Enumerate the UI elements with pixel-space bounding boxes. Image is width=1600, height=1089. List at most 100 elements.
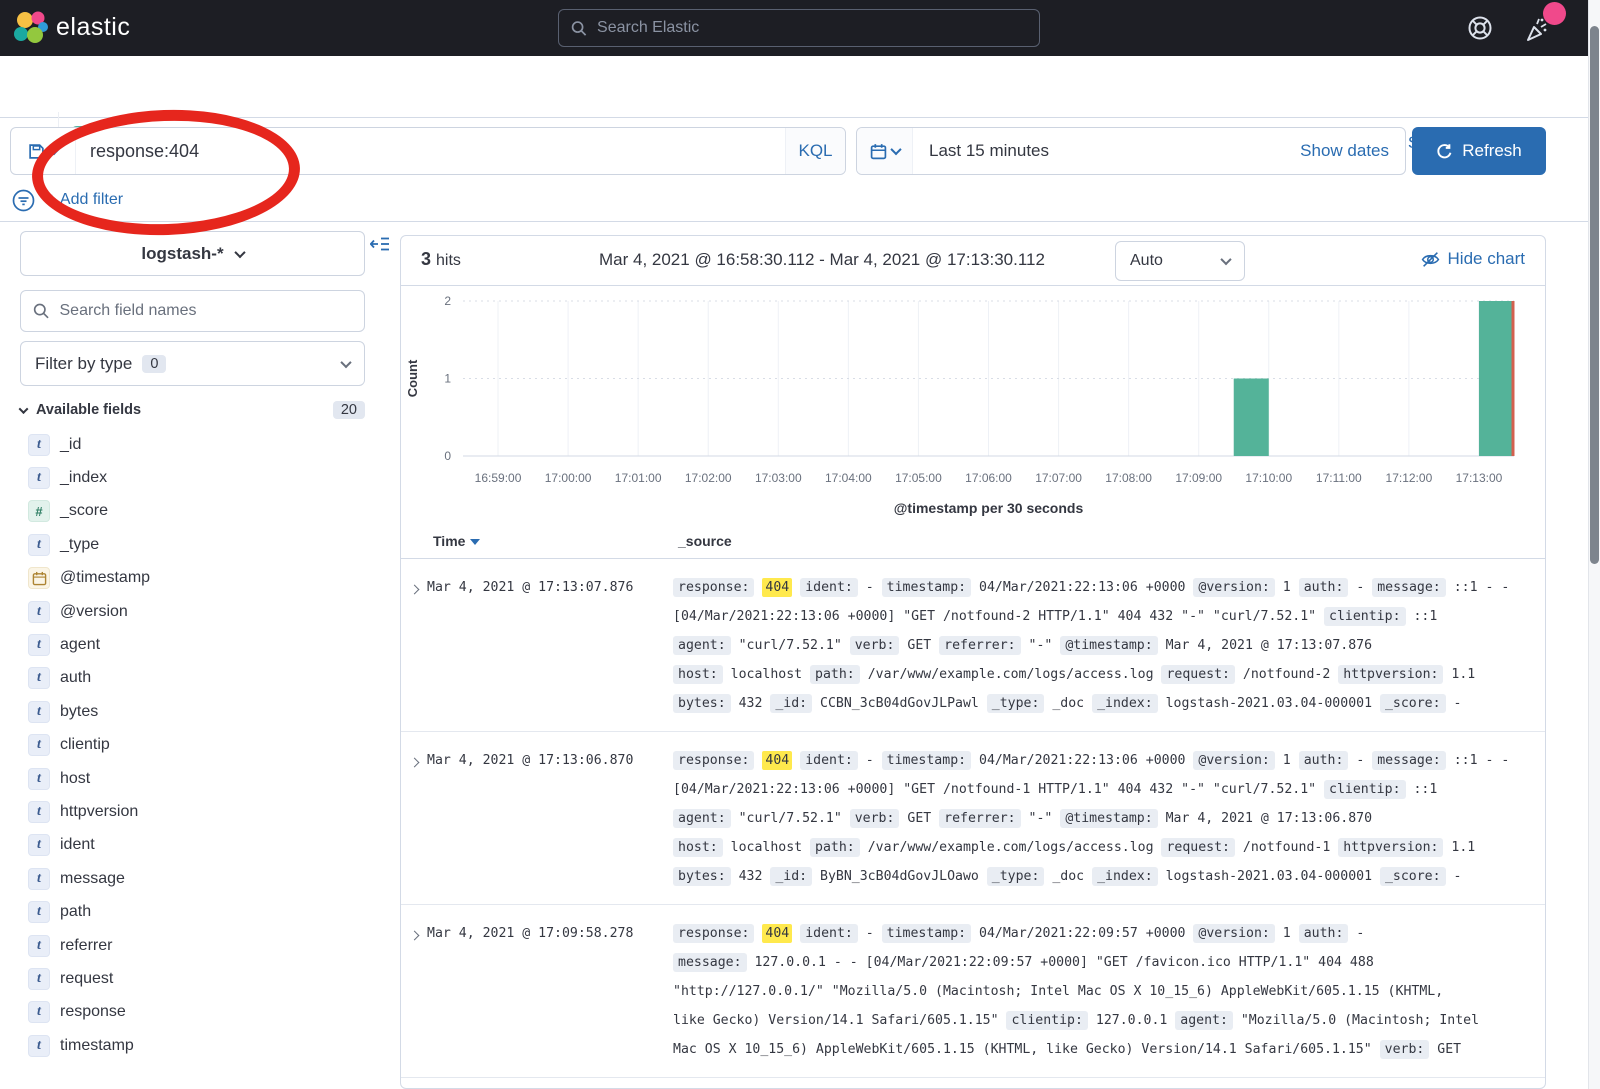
field-item-path[interactable]: tpath: [20, 895, 365, 928]
scrollbar-thumb[interactable]: [1590, 26, 1599, 564]
field-item-host[interactable]: thost: [20, 762, 365, 795]
x-tick-label: 17:02:00: [685, 471, 732, 485]
field-name-chip: httpversion:: [1338, 838, 1443, 857]
filter-bar: + Add filter: [12, 186, 123, 214]
field-name-chip: message:: [1372, 751, 1446, 770]
query-input[interactable]: [90, 141, 785, 162]
x-tick-label: 17:09:00: [1175, 471, 1222, 485]
help-icon[interactable]: [1466, 14, 1494, 42]
search-icon: [33, 302, 50, 320]
query-language-button[interactable]: KQL: [785, 128, 845, 174]
chevron-down-icon: [19, 404, 29, 414]
table-header: Time _source: [401, 529, 1546, 559]
field-item-_index[interactable]: t_index: [20, 461, 365, 494]
field-item-response[interactable]: tresponse: [20, 996, 365, 1029]
field-name-chip: _index:: [1092, 694, 1158, 713]
field-name-chip: request:: [1161, 665, 1235, 684]
field-item-message[interactable]: tmessage: [20, 862, 365, 895]
field-name-chip: clientip:: [1324, 607, 1405, 626]
field-name-chip: clientip:: [1006, 1011, 1087, 1030]
field-name-chip: referrer:: [939, 809, 1020, 828]
available-fields-header[interactable]: Available fields 20: [20, 395, 365, 425]
add-filter-button[interactable]: + Add filter: [47, 191, 123, 209]
row-timestamp: Mar 4, 2021 @ 17:13:07.876: [427, 573, 673, 718]
expand-row-icon[interactable]: [401, 746, 427, 891]
field-name-chip: response:: [673, 578, 754, 597]
x-tick-label: 17:06:00: [965, 471, 1012, 485]
time-range-value[interactable]: Last 15 minutes: [929, 141, 1049, 161]
field-item-_type[interactable]: t_type: [20, 528, 365, 561]
collapse-sidebar-icon[interactable]: [370, 236, 390, 252]
hide-chart-button[interactable]: Hide chart: [1421, 249, 1525, 269]
refresh-button[interactable]: Refresh: [1412, 127, 1546, 175]
quick-select-button[interactable]: [857, 128, 913, 174]
eye-slash-icon: [1421, 250, 1440, 269]
field-item-ident[interactable]: tident: [20, 829, 365, 862]
field-name-chip: auth:: [1299, 578, 1349, 597]
row-timestamp: Mar 4, 2021 @ 17:13:06.870: [427, 746, 673, 891]
text-field-icon: t: [28, 801, 50, 823]
row-timestamp: Mar 4, 2021 @ 17:09:58.278: [427, 919, 673, 1064]
field-name-chip: httpversion:: [1338, 665, 1443, 684]
interval-select[interactable]: Auto: [1115, 241, 1245, 281]
field-item-_score[interactable]: #_score: [20, 495, 365, 528]
histogram-bar[interactable]: [1479, 301, 1514, 456]
field-item-request[interactable]: trequest: [20, 962, 365, 995]
refresh-icon: [1436, 143, 1453, 160]
save-icon: [28, 143, 45, 160]
field-item-auth[interactable]: tauth: [20, 662, 365, 695]
field-name: path: [60, 903, 91, 921]
saved-query-menu-button[interactable]: [11, 128, 75, 174]
field-item-@timestamp[interactable]: @timestamp: [20, 562, 365, 595]
index-pattern-select[interactable]: logstash-*: [20, 231, 365, 276]
field-item-agent[interactable]: tagent: [20, 628, 365, 661]
expand-row-icon[interactable]: [401, 573, 427, 718]
field-search-input[interactable]: [60, 302, 353, 320]
refresh-label: Refresh: [1462, 141, 1522, 161]
field-name-chip: host:: [673, 838, 723, 857]
highlighted-value: 404: [762, 578, 792, 597]
hide-chart-label: Hide chart: [1448, 249, 1525, 269]
field-name-chip: @timestamp:: [1060, 636, 1157, 655]
field-name-chip: timestamp:: [882, 924, 971, 943]
field-item-httpversion[interactable]: thttpversion: [20, 795, 365, 828]
show-dates-link[interactable]: Show dates: [1300, 141, 1389, 161]
field-item-timestamp[interactable]: ttimestamp: [20, 1029, 365, 1062]
y-tick-label: 2: [444, 294, 451, 308]
text-field-icon: t: [28, 667, 50, 689]
histogram-bar[interactable]: [1234, 379, 1269, 457]
column-time[interactable]: Time: [433, 533, 480, 549]
field-name: bytes: [60, 703, 98, 721]
field-item-referrer[interactable]: treferrer: [20, 929, 365, 962]
field-name-chip: @timestamp:: [1060, 809, 1157, 828]
field-name-chip: path:: [810, 665, 860, 684]
global-search[interactable]: [558, 9, 1040, 47]
field-item-@version[interactable]: t@version: [20, 595, 365, 628]
field-name-chip: auth:: [1299, 924, 1349, 943]
field-name-chip: ident:: [800, 578, 858, 597]
x-tick-label: 17:07:00: [1035, 471, 1082, 485]
documents-table: Time _source Mar 4, 2021 @ 17:13:07.876r…: [401, 529, 1546, 1078]
global-search-input[interactable]: [597, 19, 1027, 37]
field-name-chip: _type:: [987, 694, 1045, 713]
filter-icon[interactable]: [12, 189, 35, 212]
field-item-clientip[interactable]: tclientip: [20, 729, 365, 762]
field-item-_id[interactable]: t_id: [20, 428, 365, 461]
x-tick-label: 17:04:00: [825, 471, 872, 485]
x-tick-label: 17:08:00: [1105, 471, 1152, 485]
elastic-logo: [12, 10, 50, 48]
text-field-icon: t: [28, 601, 50, 623]
notification-badge: [1543, 2, 1566, 25]
x-tick-label: 17:03:00: [755, 471, 802, 485]
row-source: response: 404 ident: - timestamp: 04/Mar…: [673, 919, 1546, 1064]
filter-by-type-select[interactable]: Filter by type 0: [20, 341, 365, 386]
field-name: host: [60, 770, 90, 788]
field-name-chip: response:: [673, 924, 754, 943]
x-tick-label: 17:01:00: [615, 471, 662, 485]
field-item-bytes[interactable]: tbytes: [20, 695, 365, 728]
y-tick-label: 1: [444, 372, 451, 386]
y-axis-title: Count: [405, 359, 420, 397]
field-name: _score: [60, 502, 108, 520]
expand-row-icon[interactable]: [401, 919, 427, 1064]
field-name-chip: path:: [810, 838, 860, 857]
